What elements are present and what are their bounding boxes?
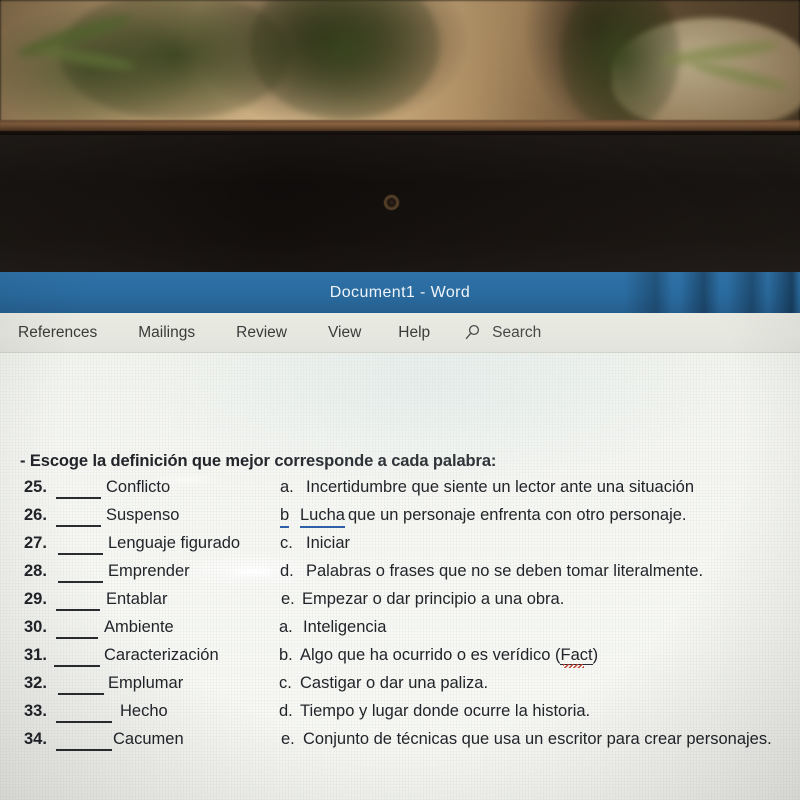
option-letter: c. bbox=[280, 534, 293, 552]
option-text: Conjunto de técnicas que usa un escritor… bbox=[303, 730, 772, 748]
question-number: 33. bbox=[24, 702, 47, 720]
search-label: Search bbox=[492, 323, 542, 341]
answer-blank[interactable] bbox=[56, 721, 112, 723]
tab-view[interactable]: View bbox=[328, 324, 361, 342]
question-word: Hecho bbox=[120, 702, 168, 720]
window-title-bar: Document1 - Word bbox=[0, 272, 800, 313]
answer-blank[interactable] bbox=[54, 665, 100, 667]
question-row: 34. Cacumen e. Conjunto de técnicas que … bbox=[0, 730, 800, 758]
option-letter: b bbox=[280, 506, 290, 528]
question-word: Emplumar bbox=[108, 674, 184, 692]
question-row: 30. Ambiente a. Inteligencia bbox=[0, 618, 800, 646]
answer-blank[interactable] bbox=[58, 581, 103, 583]
question-row: 32. Emplumar c. Castigar o dar una paliz… bbox=[0, 674, 800, 702]
question-row: 28. Emprender d. Palabras o frases que n… bbox=[0, 562, 800, 590]
search-box[interactable]: Search bbox=[464, 324, 541, 342]
tab-help[interactable]: Help bbox=[398, 324, 430, 342]
word-application-window: Document1 - Word References Mailings Rev… bbox=[0, 272, 800, 800]
question-row: 27. Lenguaje figurado c. Iniciar bbox=[0, 534, 800, 562]
question-word: Ambiente bbox=[104, 618, 174, 636]
option-letter: e. bbox=[281, 730, 295, 748]
ribbon-tab-bar: References Mailings Review View Help Sea… bbox=[0, 313, 800, 353]
option-text: Inteligencia bbox=[303, 618, 387, 636]
question-row: 26. Suspenso b Lucha que un personaje en… bbox=[0, 506, 800, 534]
answer-blank[interactable] bbox=[58, 553, 103, 555]
answer-blank[interactable] bbox=[56, 609, 100, 611]
question-number: 30. bbox=[24, 618, 47, 636]
question-row: 33. Hecho d. Tiempo y lugar donde ocurre… bbox=[0, 702, 800, 730]
question-word: Cacumen bbox=[113, 730, 184, 748]
option-letter: e. bbox=[281, 590, 295, 608]
option-letter: a. bbox=[280, 478, 294, 496]
spellcheck-squiggle bbox=[563, 664, 584, 668]
option-letter: c. bbox=[279, 674, 292, 692]
answer-blank[interactable] bbox=[56, 637, 98, 639]
option-letter: d. bbox=[279, 702, 293, 720]
question-number: 32. bbox=[24, 674, 47, 692]
tab-mailings[interactable]: Mailings bbox=[138, 324, 195, 342]
option-text: Algo que ha ocurrido o es verídico (Fact… bbox=[300, 646, 599, 668]
document-page[interactable]: - Escoge la definición que mejor corresp… bbox=[0, 353, 800, 800]
question-number: 31. bbox=[24, 646, 47, 664]
question-word: Entablar bbox=[106, 590, 168, 608]
answer-blank[interactable] bbox=[56, 749, 112, 751]
photo-scene: Document1 - Word References Mailings Rev… bbox=[0, 0, 800, 800]
question-row: 25. Conflicto a. Incertidumbre que sient… bbox=[0, 478, 800, 506]
exercise-heading: - Escoge la definición que mejor corresp… bbox=[20, 452, 497, 470]
misspelled-text: Fact bbox=[560, 646, 593, 665]
bezel-reflection bbox=[0, 135, 800, 272]
option-text: Empezar o dar principio a una obra. bbox=[302, 590, 565, 608]
question-word: Caracterización bbox=[104, 646, 219, 664]
question-number: 25. bbox=[24, 478, 47, 496]
question-row: 29. Entablar e. Empezar o dar principio … bbox=[0, 590, 800, 618]
question-number: 27. bbox=[24, 534, 47, 552]
question-word: Conflicto bbox=[106, 478, 171, 496]
misspelled-word: Fact bbox=[560, 646, 593, 668]
option-text: Iniciar bbox=[306, 534, 351, 552]
question-word: Emprender bbox=[108, 562, 190, 580]
webcam-lens bbox=[389, 200, 394, 205]
answer-blank[interactable] bbox=[58, 693, 104, 695]
answer-blank[interactable] bbox=[56, 497, 101, 499]
question-block-2: 30. Ambiente a. Inteligencia 31. Caracte… bbox=[0, 618, 800, 758]
tab-references[interactable]: References bbox=[18, 324, 97, 342]
question-row: 31. Caracterización b. Algo que ha ocurr… bbox=[0, 646, 800, 674]
option-text: Incertidumbre que siente un lector ante … bbox=[306, 478, 694, 496]
option-letter: d. bbox=[280, 562, 294, 580]
question-word: Lenguaje figurado bbox=[108, 534, 241, 552]
question-number: 34. bbox=[24, 730, 47, 748]
option-letter: b. bbox=[279, 646, 293, 664]
question-block-1: 25. Conflicto a. Incertidumbre que sient… bbox=[0, 478, 800, 618]
tab-review[interactable]: Review bbox=[236, 324, 287, 342]
option-text: Palabras o frases que no se deben tomar … bbox=[306, 562, 704, 580]
option-text-prefix: Algo que ha ocurrido o es verídico ( bbox=[300, 646, 561, 664]
option-keyword: Lucha bbox=[300, 506, 345, 528]
search-icon bbox=[464, 324, 481, 341]
answer-blank[interactable] bbox=[56, 525, 101, 527]
option-text: Tiempo y lugar donde ocurre la historia. bbox=[300, 702, 591, 720]
question-number: 26. bbox=[24, 506, 47, 524]
option-letter: a. bbox=[279, 618, 293, 636]
question-number: 28. bbox=[24, 562, 47, 580]
option-text-suffix: ) bbox=[592, 646, 599, 664]
option-text: que un personaje enfrenta con otro perso… bbox=[348, 506, 687, 524]
window-title: Document1 - Word bbox=[329, 284, 471, 301]
question-word: Suspenso bbox=[106, 506, 180, 524]
option-text: Castigar o dar una paliza. bbox=[300, 674, 489, 692]
question-number: 29. bbox=[24, 590, 47, 608]
